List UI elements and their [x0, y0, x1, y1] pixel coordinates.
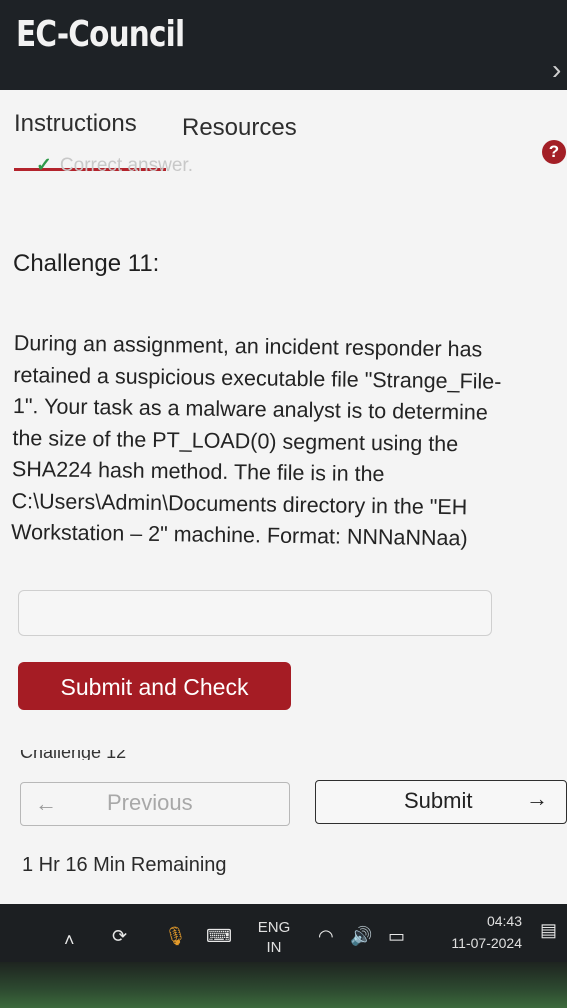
answer-status: ✓ Correct answer. [36, 154, 193, 177]
time-remaining: 1 Hr 16 Min Remaining [22, 854, 227, 876]
next-challenge-heading: Challenge 12 [20, 750, 127, 760]
language-code: ENG [257, 919, 291, 936]
check-icon: ✓ [36, 155, 52, 176]
top-bar: EC-Council › [0, 0, 567, 92]
notification-icon[interactable]: ▤ [540, 920, 557, 941]
chevron-up-icon[interactable]: ˄ [64, 930, 75, 951]
sync-icon[interactable]: ⟳ [112, 926, 127, 947]
challenge-description: During an assignment, an incident respon… [11, 328, 562, 556]
submit-label: Submit [404, 788, 473, 813]
clock-time: 04:43 [486, 913, 522, 929]
tab-instructions[interactable]: Instructions [14, 110, 137, 138]
instructions-panel: Instructions Resources ? ✓ Correct answer… [0, 90, 567, 904]
language-indicator[interactable]: ENG IN [252, 918, 296, 958]
brand-logo: EC-Council [16, 14, 185, 55]
status-text: Correct answer. [59, 155, 193, 176]
arrow-right-icon: → [526, 786, 548, 811]
battery-icon[interactable]: ▭ [388, 926, 405, 947]
desk-background [0, 962, 567, 1008]
submit-button[interactable]: Submit → [315, 780, 567, 824]
previous-button[interactable]: ← Previous [20, 782, 290, 826]
answer-input[interactable] [18, 590, 492, 636]
challenge-title: Challenge 11: [13, 250, 160, 277]
help-icon[interactable]: ? [542, 140, 566, 164]
tab-resources[interactable]: Resources [182, 114, 297, 142]
wifi-icon[interactable]: ◠ [318, 926, 334, 947]
arrow-left-icon: ← [35, 791, 57, 816]
clock-date: 11-07-2024 [451, 935, 522, 951]
submit-and-check-button[interactable]: Submit and Check [18, 662, 291, 710]
previous-label: Previous [107, 790, 193, 815]
microphone-icon[interactable]: 🎙 [164, 926, 187, 947]
clock[interactable]: 04:43 11-07-2024 [424, 910, 522, 954]
collapse-chevron-icon[interactable]: › [552, 54, 561, 86]
keyboard-icon[interactable]: ⌨ [206, 926, 232, 947]
challenge-line: Workstation – 2" machine. Format: NNNaNN… [10, 519, 468, 551]
speaker-icon[interactable]: 🔊 [350, 926, 372, 947]
region-code: IN [266, 939, 282, 956]
